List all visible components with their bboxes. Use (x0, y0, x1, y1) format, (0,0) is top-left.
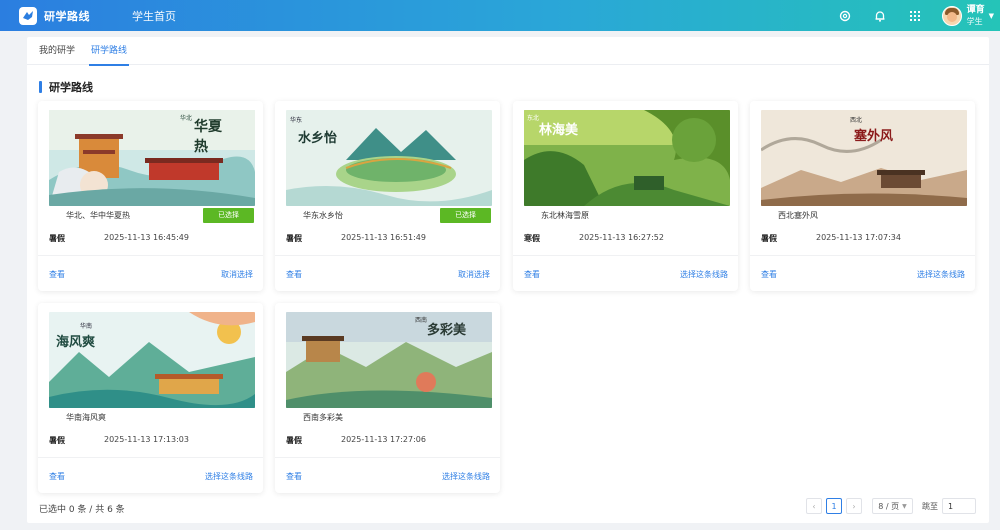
poster-region: 华南 (80, 323, 93, 330)
view-link[interactable]: 查看 (49, 269, 65, 280)
top-navigation-bar: 研学路线 学生首页 谭育 学生 ▼ (0, 0, 1000, 31)
route-season: 暑假 (286, 234, 302, 243)
user-name: 谭育 (966, 4, 985, 15)
route-season: 暑假 (286, 436, 302, 445)
poster-title: 水乡怡 (298, 131, 338, 146)
route-name: 西北塞外风 (778, 211, 818, 220)
route-time: 2025-11-13 16:27:52 (579, 233, 664, 242)
route-card: 华北 华夏热 华北、华中华夏热 已选择 暑假 2025-11-13 16:45:… (38, 101, 263, 291)
settings-icon[interactable] (837, 8, 853, 24)
route-card: 华东 水乡怡 华东水乡怡 已选择 暑假 2025-11-13 16:51:49 … (275, 101, 500, 291)
section-title: 研学路线 (39, 80, 93, 94)
route-poster-title: 华东 水乡怡 (290, 115, 370, 155)
card-divider (38, 255, 263, 256)
poster-region: 华北 (180, 115, 193, 122)
route-name: 华东水乡怡 (303, 211, 343, 220)
view-link[interactable]: 查看 (286, 269, 302, 280)
select-route-link[interactable]: 选择这条线路 (442, 471, 490, 482)
poster-region: 华东 (290, 117, 303, 124)
card-divider (38, 457, 263, 458)
card-divider (275, 255, 500, 256)
logo-icon (19, 6, 37, 25)
route-time: 2025-11-13 17:13:03 (104, 435, 189, 444)
jump-page-input[interactable] (942, 498, 976, 514)
tab-bar: 我的研学 研学路线 (27, 37, 989, 66)
view-link[interactable]: 查看 (49, 471, 65, 482)
select-route-link[interactable]: 选择这条线路 (205, 471, 253, 482)
poster-title: 林海美 (539, 123, 579, 138)
card-divider (513, 255, 738, 256)
poster-title: 多彩美 (427, 323, 467, 338)
poster-title: 海风爽 (56, 335, 96, 350)
poster-region: 西南 (415, 317, 428, 324)
route-name: 西南多彩美 (303, 413, 343, 422)
route-poster-title: 华南 海风爽 (56, 321, 126, 371)
select-route-link[interactable]: 选择这条线路 (680, 269, 728, 280)
section-title-text: 研学路线 (49, 81, 93, 94)
route-season: 寒假 (524, 234, 540, 243)
route-time: 2025-11-13 16:45:49 (104, 233, 189, 242)
user-info[interactable]: 谭育 学生 (967, 5, 985, 27)
route-poster-title: 华北 华夏热 (180, 113, 230, 155)
tab-my-study[interactable]: 我的研学 (39, 37, 75, 65)
prev-page-button[interactable]: ‹ (806, 498, 822, 514)
poster-title: 塞外风 (854, 129, 894, 144)
jump-label: 跳至 (922, 501, 938, 511)
section-title-accent-bar (39, 81, 42, 93)
route-name: 华北、华中华夏热 (66, 211, 130, 220)
route-time: 2025-11-13 17:07:34 (816, 233, 901, 242)
view-link[interactable]: 查看 (761, 269, 777, 280)
selection-summary: 已选中 0 条 / 共 6 条 (39, 505, 125, 515)
view-link[interactable]: 查看 (286, 471, 302, 482)
selected-badge: 已选择 (203, 208, 254, 223)
selected-badge: 已选择 (440, 208, 491, 223)
select-route-link[interactable]: 选择这条线路 (917, 269, 965, 280)
next-page-button[interactable]: › (846, 498, 862, 514)
page-size-select[interactable]: 8 / 页 ▼ (872, 498, 913, 514)
route-poster-title: 西南 多彩美 (415, 315, 475, 355)
route-card: 东北 林海美 东北林海雪原 寒假 2025-11-13 16:27:52 查看 … (513, 101, 738, 291)
poster-region: 西北 (850, 117, 863, 124)
route-time: 2025-11-13 16:51:49 (341, 233, 426, 242)
avatar[interactable] (941, 5, 962, 26)
route-time: 2025-11-13 17:27:06 (341, 435, 426, 444)
poster-region: 东北 (527, 115, 540, 122)
page-size-value: 8 / 页 (878, 501, 900, 511)
route-season: 暑假 (49, 234, 65, 243)
card-divider (750, 255, 975, 256)
chevron-down-icon[interactable]: ▼ (989, 12, 994, 20)
app-logo[interactable]: 研学路线 (19, 0, 90, 31)
route-card: 西北 塞外风 西北塞外风 暑假 2025-11-13 17:07:34 查看 选… (750, 101, 975, 291)
route-poster-title: 西北 塞外风 (850, 115, 910, 175)
view-link[interactable]: 查看 (524, 269, 540, 280)
card-divider (275, 457, 500, 458)
apps-grid-icon[interactable] (907, 8, 923, 24)
route-poster-title: 东北 林海美 (527, 113, 587, 163)
route-name: 东北林海雪原 (541, 211, 589, 220)
nav-student-home[interactable]: 学生首页 (128, 0, 180, 31)
route-card: 华南 海风爽 华南海风爽 暑假 2025-11-13 17:13:03 查看 选… (38, 303, 263, 493)
pagination: ‹ 1 › 8 / 页 ▼ 跳至 (806, 497, 976, 515)
user-role: 学生 (966, 16, 983, 26)
route-season: 暑假 (49, 436, 65, 445)
app-title: 研学路线 (44, 9, 90, 23)
cancel-selection-link[interactable]: 取消选择 (221, 269, 253, 280)
page-number-button[interactable]: 1 (826, 498, 842, 514)
route-name: 华南海风爽 (66, 413, 106, 422)
poster-title: 华夏热 (194, 119, 222, 155)
cancel-selection-link[interactable]: 取消选择 (458, 269, 490, 280)
tab-study-routes[interactable]: 研学路线 (88, 37, 130, 66)
main-panel: 我的研学 研学路线 研学路线 华北 华夏热 华北、华中华夏热 已选择 暑假 20… (27, 37, 989, 523)
route-season: 暑假 (761, 234, 777, 243)
bell-icon[interactable] (872, 8, 888, 24)
chevron-down-icon: ▼ (902, 502, 907, 510)
route-card: 西南 多彩美 西南多彩美 暑假 2025-11-13 17:27:06 查看 选… (275, 303, 500, 493)
